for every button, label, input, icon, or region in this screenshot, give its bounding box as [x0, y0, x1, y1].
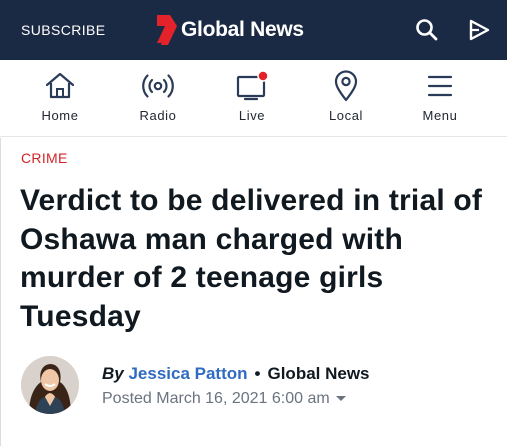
main-navigation: Home Radio Live Local Menu [0, 60, 507, 137]
top-bar: SUBSCRIBE Global News [0, 0, 507, 60]
home-icon [45, 72, 75, 99]
nav-item-local[interactable]: Local [306, 60, 386, 137]
author-link[interactable]: Jessica Patton [128, 364, 247, 383]
nav-label-live: Live [238, 108, 266, 123]
article-header: CRIME Verdict to be delivered in trial o… [0, 138, 507, 446]
byline: By Jessica Patton • Global News [102, 364, 370, 384]
nav-item-home[interactable]: Home [20, 60, 100, 137]
play-video-icon[interactable] [466, 17, 492, 43]
nav-item-live[interactable]: Live [212, 60, 292, 137]
menu-icon [427, 75, 453, 97]
brand-name: Global News [181, 18, 304, 41]
nav-label-home: Home [41, 108, 79, 123]
category-label[interactable]: CRIME [21, 150, 68, 166]
location-pin-icon [334, 70, 358, 102]
nav-label-radio: Radio [139, 108, 177, 123]
search-icon[interactable] [414, 17, 440, 43]
article-headline: Verdict to be delivered in trial of Osha… [20, 184, 483, 333]
nav-label-local: Local [328, 108, 364, 123]
radio-icon [142, 74, 174, 98]
byline-separator: • [254, 364, 261, 383]
author-avatar[interactable] [21, 356, 79, 414]
subscribe-link[interactable]: SUBSCRIBE [21, 22, 106, 38]
byline-prefix: By [102, 364, 124, 383]
live-tv-icon [236, 70, 269, 101]
nav-label-menu: Menu [422, 108, 458, 123]
nav-item-menu[interactable]: Menu [400, 60, 480, 137]
author-photo [21, 356, 79, 414]
global-news-logo-mark-icon [157, 15, 177, 45]
posted-date: Posted March 16, 2021 6:00 am [102, 390, 330, 407]
chevron-down-icon [335, 396, 346, 402]
posted-date-toggle[interactable]: Posted March 16, 2021 6:00 am [102, 390, 346, 408]
outlet-name: Global News [267, 364, 370, 383]
global-news-logo[interactable]: Global News [157, 14, 304, 46]
nav-item-radio[interactable]: Radio [118, 60, 198, 137]
